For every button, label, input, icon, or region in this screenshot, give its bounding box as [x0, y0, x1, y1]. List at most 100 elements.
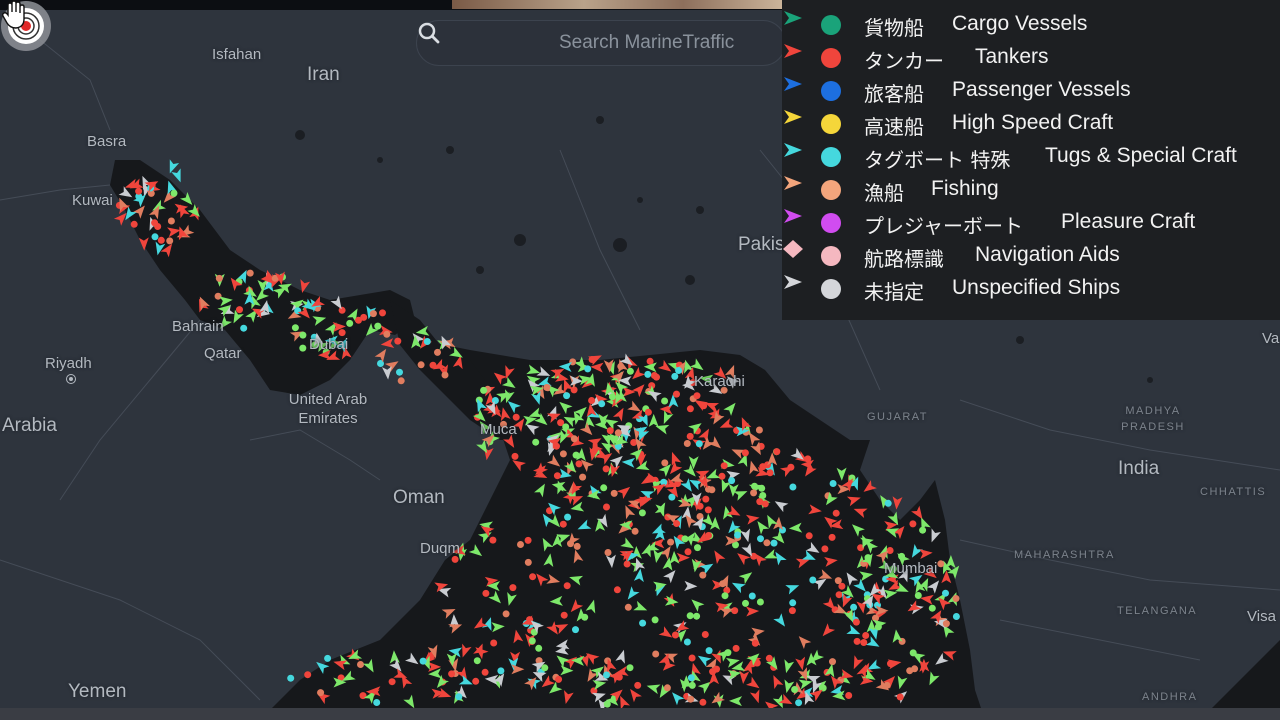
anchored-vessel-marker[interactable] [759, 463, 767, 471]
search-input[interactable]: Search MarineTraffic [559, 32, 734, 54]
anchored-vessel-marker[interactable] [455, 693, 463, 701]
anchored-vessel-marker[interactable] [687, 695, 695, 703]
legend-item[interactable]: 貨物船 Cargo Vessels [782, 8, 1280, 41]
anchored-vessel-marker[interactable] [555, 675, 563, 683]
anchored-vessel-marker[interactable] [751, 639, 759, 647]
anchored-vessel-marker[interactable] [626, 367, 634, 375]
anchored-vessel-marker[interactable] [448, 670, 456, 678]
anchored-vessel-marker[interactable] [693, 392, 701, 400]
anchored-vessel-marker[interactable] [734, 531, 741, 539]
anchored-vessel-marker[interactable] [559, 520, 567, 528]
anchored-vessel-marker[interactable] [652, 650, 660, 658]
anchored-vessel-marker[interactable] [572, 451, 580, 459]
legend-item[interactable]: 航路標識 Navigation Aids [782, 239, 1280, 272]
anchored-vessel-marker[interactable] [441, 371, 449, 379]
anchored-vessel-marker[interactable] [383, 330, 391, 338]
anchored-vessel-marker[interactable] [623, 560, 631, 568]
anchored-vessel-marker[interactable] [603, 700, 611, 708]
anchored-vessel-marker[interactable] [559, 450, 567, 458]
anchored-vessel-marker[interactable] [721, 592, 729, 600]
anchored-vessel-marker[interactable] [952, 595, 960, 602]
anchored-vessel-marker[interactable] [299, 344, 307, 352]
anchored-vessel-marker[interactable] [434, 348, 441, 356]
anchored-vessel-marker[interactable] [617, 362, 625, 370]
anchored-vessel-marker[interactable] [651, 616, 659, 624]
anchored-vessel-marker[interactable] [553, 472, 561, 480]
anchored-vessel-marker[interactable] [524, 536, 532, 544]
anchored-vessel-marker[interactable] [626, 664, 634, 672]
anchored-vessel-marker[interactable] [646, 357, 654, 365]
anchored-vessel-marker[interactable] [130, 220, 138, 228]
anchored-vessel-marker[interactable] [373, 699, 381, 706]
anchored-vessel-marker[interactable] [157, 236, 165, 244]
anchored-vessel-marker[interactable] [748, 592, 756, 600]
anchored-vessel-marker[interactable] [750, 489, 758, 497]
legend-item[interactable]: タンカー Tankers [782, 41, 1280, 74]
anchored-vessel-marker[interactable] [639, 619, 647, 627]
anchored-vessel-marker[interactable] [562, 423, 570, 431]
anchored-vessel-marker[interactable] [543, 384, 551, 391]
anchored-vessel-marker[interactable] [502, 610, 510, 618]
anchored-vessel-marker[interactable] [686, 405, 694, 413]
anchored-vessel-marker[interactable] [603, 503, 610, 511]
anchored-vessel-marker[interactable] [287, 674, 295, 682]
anchored-vessel-marker[interactable] [805, 532, 813, 540]
anchored-vessel-marker[interactable] [240, 324, 248, 332]
anchored-vessel-marker[interactable] [167, 217, 175, 225]
anchored-vessel-marker[interactable] [942, 620, 950, 628]
search-bar[interactable]: Search MarineTraffic [416, 20, 786, 66]
anchored-vessel-marker[interactable] [821, 545, 829, 553]
anchored-vessel-marker[interactable] [667, 538, 675, 546]
anchored-vessel-marker[interactable] [742, 599, 749, 607]
map-canvas[interactable]: Isfahan Iran Basra Kuwai Bahrain Qatar R… [0, 0, 1280, 720]
anchored-vessel-marker[interactable] [886, 547, 894, 554]
anchored-vessel-marker[interactable] [684, 548, 692, 556]
anchored-vessel-marker[interactable] [671, 372, 679, 380]
legend-item[interactable]: 高速船 High Speed Craft [782, 107, 1280, 140]
anchored-vessel-marker[interactable] [765, 654, 773, 662]
anchored-vessel-marker[interactable] [728, 477, 736, 485]
anchored-vessel-marker[interactable] [419, 657, 427, 665]
anchored-vessel-marker[interactable] [755, 426, 763, 434]
anchored-vessel-marker[interactable] [528, 637, 536, 645]
anchored-vessel-marker[interactable] [704, 506, 712, 514]
anchored-vessel-marker[interactable] [759, 492, 767, 499]
anchored-vessel-marker[interactable] [832, 509, 840, 517]
anchored-vessel-marker[interactable] [473, 657, 481, 665]
legend-item[interactable]: プレジャーボート Pleasure Craft [782, 206, 1280, 239]
anchored-vessel-marker[interactable] [686, 432, 694, 440]
anchored-vessel-marker[interactable] [850, 603, 858, 611]
anchored-vessel-marker[interactable] [600, 484, 608, 492]
anchored-vessel-marker[interactable] [693, 612, 701, 620]
anchored-vessel-marker[interactable] [705, 532, 712, 539]
anchored-vessel-marker[interactable] [624, 603, 632, 611]
anchored-vessel-marker[interactable] [338, 306, 346, 314]
anchored-vessel-marker[interactable] [575, 460, 583, 468]
anchored-vessel-marker[interactable] [720, 462, 728, 470]
anchored-vessel-marker[interactable] [151, 233, 159, 241]
anchored-vessel-marker[interactable] [732, 644, 740, 652]
anchored-vessel-marker[interactable] [683, 638, 691, 646]
anchored-vessel-marker[interactable] [860, 639, 868, 646]
anchored-vessel-marker[interactable] [683, 440, 691, 447]
anchored-vessel-marker[interactable] [702, 495, 710, 503]
anchored-vessel-marker[interactable] [317, 689, 325, 697]
anchored-vessel-marker[interactable] [757, 535, 764, 543]
anchored-vessel-marker[interactable] [154, 223, 162, 230]
anchored-vessel-marker[interactable] [524, 558, 532, 566]
anchored-vessel-marker[interactable] [572, 626, 579, 634]
anchored-vessel-marker[interactable] [789, 599, 797, 607]
anchored-vessel-marker[interactable] [708, 486, 716, 494]
anchored-vessel-marker[interactable] [614, 429, 622, 437]
anchored-vessel-marker[interactable] [701, 631, 709, 638]
anchored-vessel-marker[interactable] [661, 397, 669, 405]
anchored-vessel-marker[interactable] [608, 393, 616, 401]
anchored-vessel-marker[interactable] [631, 527, 639, 535]
anchored-vessel-marker[interactable] [809, 576, 817, 584]
anchored-vessel-marker[interactable] [532, 438, 540, 446]
anchored-vessel-marker[interactable] [709, 668, 717, 676]
legend-item[interactable]: 旅客船 Passenger Vessels [782, 74, 1280, 107]
anchored-vessel-marker[interactable] [541, 664, 549, 672]
anchored-vessel-marker[interactable] [379, 309, 386, 317]
anchored-vessel-marker[interactable] [511, 452, 519, 460]
